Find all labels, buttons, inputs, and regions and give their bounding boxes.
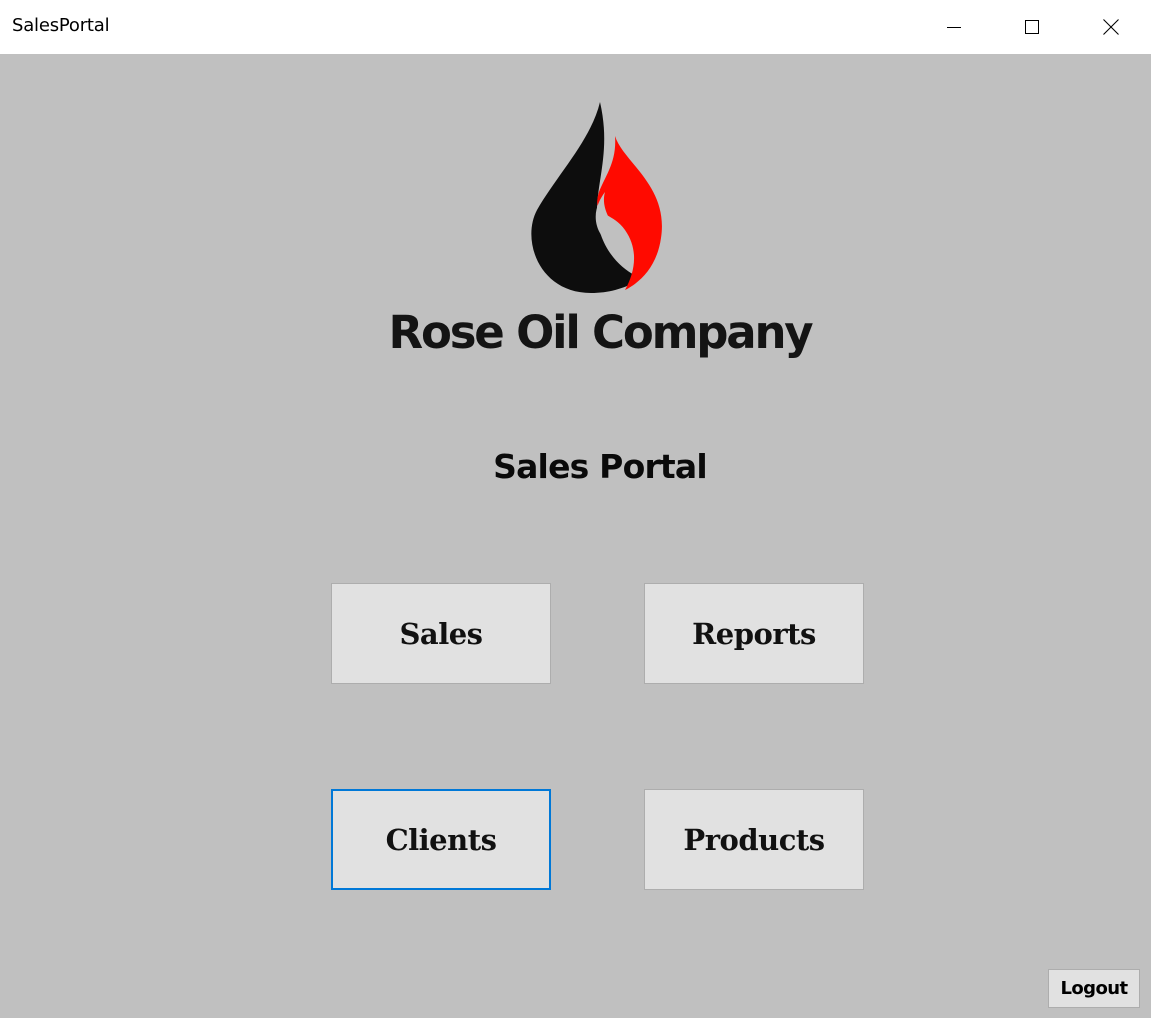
main-panel: Rose Oil Company Sales Portal Sales Repo… bbox=[0, 54, 1151, 1018]
company-name: Rose Oil Company bbox=[388, 306, 814, 359]
logout-button[interactable]: Logout bbox=[1048, 969, 1140, 1008]
reports-button[interactable]: Reports bbox=[644, 583, 864, 684]
products-button[interactable]: Products bbox=[644, 789, 864, 890]
app-window: SalesPortal Rose Oil Company Sales Porta… bbox=[0, 0, 1151, 1018]
maximize-button[interactable] bbox=[993, 0, 1071, 54]
minimize-button[interactable] bbox=[915, 0, 993, 54]
minimize-icon bbox=[947, 27, 961, 28]
clients-button[interactable]: Clients bbox=[331, 789, 551, 890]
title-bar[interactable]: SalesPortal bbox=[0, 0, 1151, 54]
page-title: Sales Portal bbox=[493, 447, 708, 486]
close-button[interactable] bbox=[1072, 0, 1150, 54]
close-icon bbox=[1103, 19, 1119, 35]
sales-button[interactable]: Sales bbox=[331, 583, 551, 684]
window-title: SalesPortal bbox=[12, 15, 110, 36]
maximize-icon bbox=[1025, 20, 1039, 34]
flame-drop-logo-icon bbox=[531, 102, 662, 293]
